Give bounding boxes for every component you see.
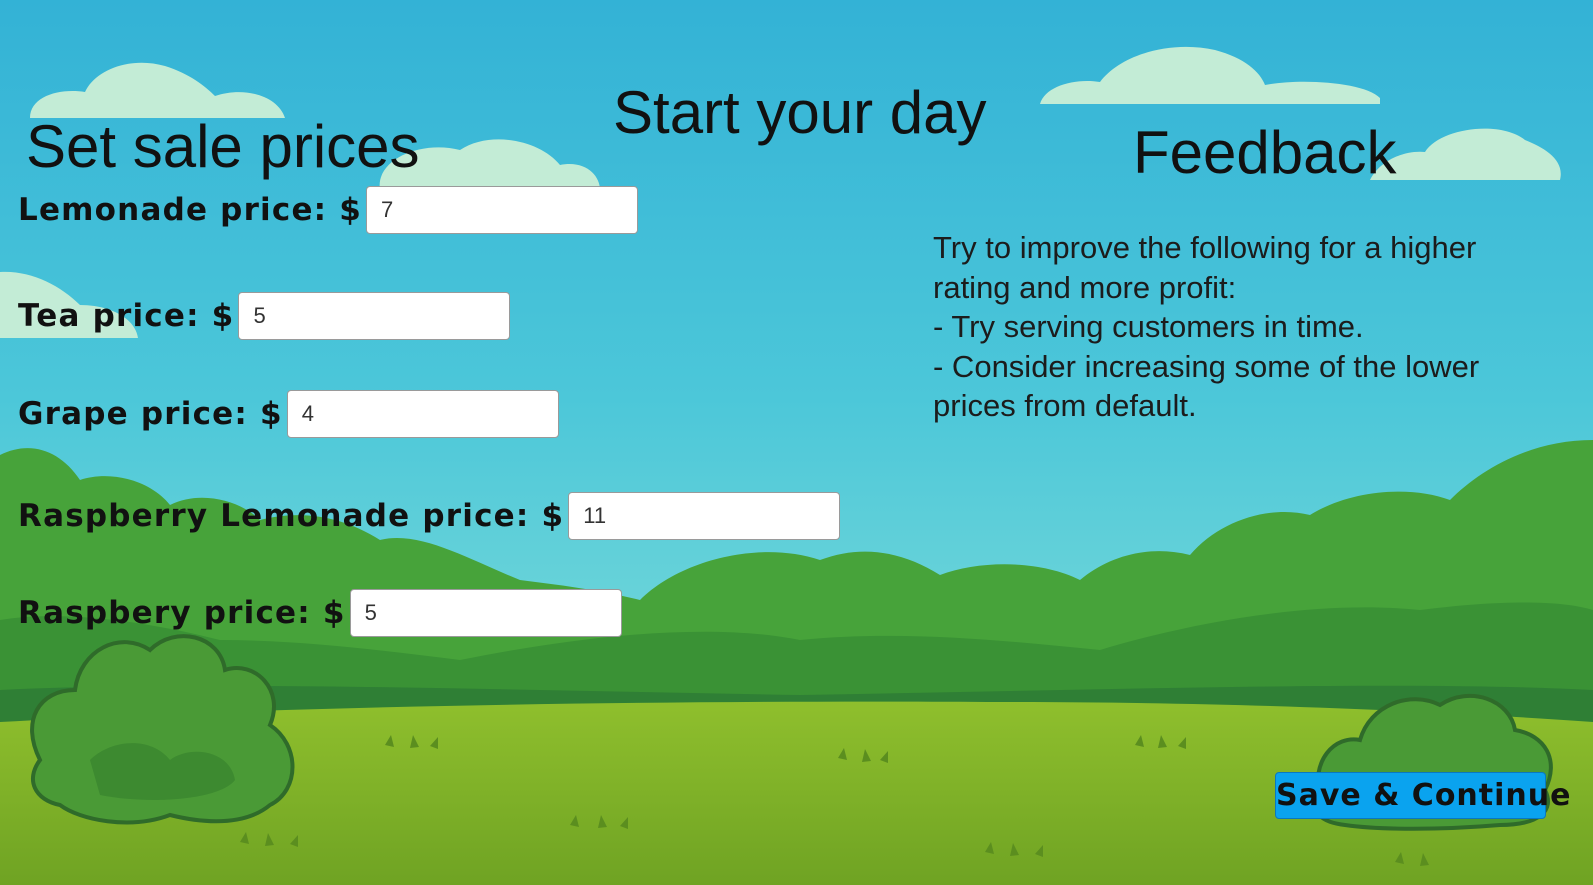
- save-continue-button[interactable]: Save & Continue: [1275, 772, 1570, 819]
- feedback-line: Try to improve the following for a highe…: [933, 230, 1477, 265]
- tea-price-input[interactable]: [238, 292, 511, 340]
- feedback-line: - Try serving customers in time.: [933, 309, 1364, 344]
- raspbery-price-input[interactable]: [349, 589, 622, 637]
- tea-price-label: Tea price: $: [18, 298, 235, 334]
- price-row-raspberry-lemonade: Raspberry Lemonade price: $: [18, 492, 841, 540]
- raspbery-price-label: Raspbery price: $: [18, 595, 346, 631]
- lemonade-price-label: Lemonade price: $: [18, 192, 363, 228]
- set-prices-heading: Set sale prices: [26, 113, 420, 180]
- feedback-line: rating and more profit:: [933, 269, 1237, 305]
- grape-price-label: Grape price: $: [18, 396, 283, 432]
- feedback-line: prices from default.: [933, 388, 1197, 423]
- raspberry-lemonade-price-input[interactable]: [568, 492, 841, 540]
- feedback-message: Try to improve the following for a highe…: [933, 228, 1563, 426]
- lemonade-price-input[interactable]: [366, 186, 639, 234]
- page-title: Start your day: [613, 79, 987, 146]
- feedback-line: - Consider increasing some of the lower: [933, 348, 1480, 384]
- raspberry-lemonade-price-label: Raspberry Lemonade price: $: [18, 498, 565, 534]
- price-row-tea: Tea price: $: [18, 292, 511, 340]
- price-row-grape: Grape price: $: [18, 390, 559, 438]
- grape-price-input[interactable]: [286, 390, 559, 438]
- feedback-heading: Feedback: [1133, 119, 1397, 186]
- price-row-lemonade: Lemonade price: $: [18, 186, 639, 234]
- price-row-raspbery: Raspbery price: $: [18, 589, 622, 637]
